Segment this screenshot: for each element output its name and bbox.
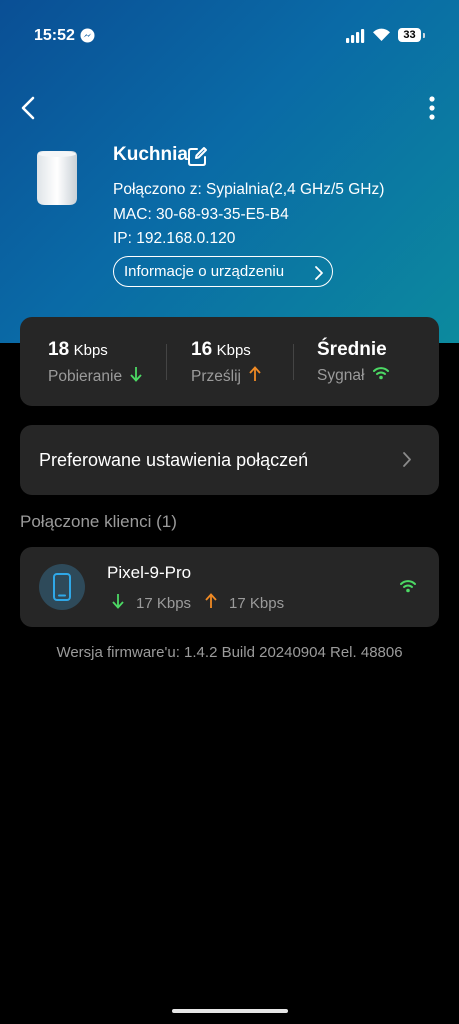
device-info-button-label: Informacje o urządzeniu (124, 263, 285, 280)
firmware-version: Wersja firmware'u: 1.4.2 Build 20240904 … (56, 644, 403, 661)
home-indicator[interactable] (172, 1009, 288, 1013)
device-info-button[interactable]: Informacje o urządzeniu (113, 256, 333, 287)
stats-divider (293, 344, 294, 380)
upload-stat: 16 Kbps Prześlij (191, 339, 261, 387)
preferred-connection-label: Preferowane ustawienia połączeń (39, 450, 309, 470)
upload-unit: Kbps (216, 342, 251, 359)
arrow-up-icon (249, 366, 261, 387)
download-label: Pobieranie (48, 367, 123, 385)
chevron-right-icon (314, 265, 324, 285)
wifi-signal-icon (399, 579, 417, 598)
arrow-down-icon (112, 593, 124, 613)
more-options-button[interactable] (424, 95, 440, 121)
messenger-icon (80, 28, 95, 43)
connected-to-text: Połączono z: Sypialnia(2,4 GHz/5 GHz) (113, 181, 385, 198)
speed-stats-card: 18 Kbps Pobieranie 16 Kbps Prześlij Śred… (20, 317, 439, 406)
stats-divider (166, 344, 167, 380)
back-arrow-icon (21, 96, 35, 120)
chevron-right-icon (402, 451, 412, 473)
more-vertical-icon (429, 96, 435, 120)
signal-label: Sygnał (317, 366, 365, 384)
wifi-icon (372, 27, 391, 47)
ip-address-text: IP: 192.168.0.120 (113, 230, 236, 247)
status-bar: 15:52 33 (0, 0, 459, 70)
download-unit: Kbps (73, 342, 108, 359)
battery-indicator: 33 (398, 28, 421, 42)
upload-label: Prześlij (191, 367, 241, 385)
client-speeds: 17 Kbps 17 Kbps (112, 593, 284, 613)
client-list-item[interactable]: Pixel-9-Pro 17 Kbps 17 Kbps (20, 547, 439, 627)
client-name: Pixel-9-Pro (107, 563, 192, 582)
signal-value: Średnie (317, 339, 387, 360)
deco-device-image (33, 150, 81, 206)
back-button[interactable] (18, 94, 42, 122)
client-avatar (39, 564, 85, 610)
mac-address-text: MAC: 30-68-93-35-E5-B4 (113, 206, 289, 223)
wifi-signal-icon (372, 366, 390, 385)
phone-icon (53, 573, 71, 601)
download-value: 18 (48, 339, 70, 360)
device-name: Kuchnia (113, 144, 188, 165)
signal-stat: Średnie Sygnał (317, 339, 390, 385)
preferred-connection-settings[interactable]: Preferowane ustawienia połączeń (20, 425, 439, 495)
cellular-signal-icon (346, 29, 366, 48)
download-stat: 18 Kbps Pobieranie (48, 339, 142, 387)
client-upload-speed: 17 Kbps (229, 594, 285, 612)
connected-clients-title: Połączone klienci (1) (20, 512, 177, 531)
battery-tip (423, 33, 425, 38)
clock: 15:52 (34, 27, 75, 44)
upload-value: 16 (191, 339, 213, 360)
arrow-up-icon (205, 593, 217, 613)
edit-name-icon[interactable] (187, 146, 208, 172)
client-download-speed: 17 Kbps (136, 594, 192, 612)
arrow-down-icon (130, 366, 142, 387)
